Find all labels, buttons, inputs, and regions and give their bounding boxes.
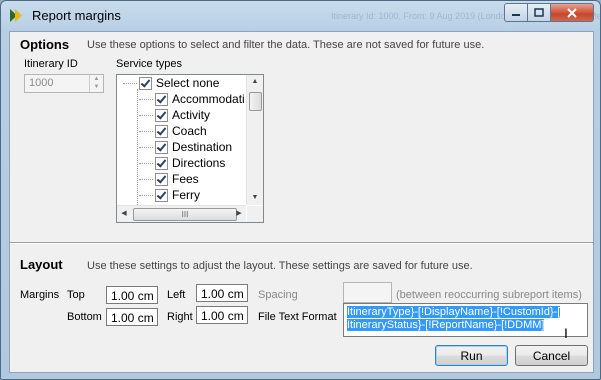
itinerary-id-spinner: 1000 ▲ ▼ [24, 74, 104, 93]
checkbox[interactable] [155, 188, 168, 202]
report-margins-window: Report margins Itinerary Id: 1000, From:… [0, 0, 601, 380]
tree-item-label: Fees [172, 172, 199, 186]
tree-item-destination[interactable]: Destination [139, 139, 232, 155]
checkbox[interactable] [155, 172, 168, 186]
spacing-hint: (between reoccurring subreport items) [396, 289, 582, 301]
checkbox[interactable] [155, 140, 168, 154]
tree-item-label: Destination [172, 140, 233, 154]
tree-item-directions[interactable]: Directions [139, 155, 225, 171]
tree-item-label: Ferry [172, 188, 200, 202]
checkbox[interactable] [139, 76, 152, 90]
cancel-button[interactable]: Cancel [515, 345, 588, 366]
margins-label: Margins [20, 289, 60, 301]
tree-item-coach[interactable]: Coach [139, 123, 207, 139]
file-text-format-line2: ItineraryStatus}-[!ReportName}-[!DDMM] [347, 319, 545, 331]
right-label: Right [167, 311, 193, 323]
checkbox[interactable] [155, 124, 168, 138]
tree-item-label: Activity [172, 108, 211, 122]
tree-vertical-scrollbar[interactable]: ▲ ▼ [246, 75, 263, 205]
app-icon [10, 9, 22, 22]
left-label: Left [167, 289, 186, 301]
maximize-icon [534, 8, 544, 17]
tree-line [137, 89, 138, 209]
service-types-tree[interactable]: Select none Accommodati Activity Coach D [116, 74, 264, 223]
checkbox[interactable] [155, 92, 168, 106]
minimize-icon [512, 13, 520, 16]
itinerary-id-value: 1000 [29, 77, 54, 89]
itinerary-id-label: Itinerary ID [24, 58, 78, 70]
tree-item-label: Coach [172, 124, 207, 138]
options-section-title: Options [20, 37, 70, 52]
scrollbar-corner [247, 206, 263, 222]
close-icon [567, 7, 577, 18]
title-bar[interactable]: Report margins Itinerary Id: 1000, From:… [1, 1, 600, 29]
checkbox[interactable] [155, 156, 168, 170]
tree-item-label: Accommodati [172, 92, 245, 106]
file-text-format-input[interactable]: ItineraryType}-[!DisplayName}-[!CustomId… [343, 303, 588, 337]
spin-down-icon: ▼ [93, 84, 100, 90]
text-cursor-icon: I [564, 325, 568, 341]
file-text-format-label: File Text Format [258, 311, 337, 323]
tree-horizontal-scrollbar[interactable]: ◀ III ▶ [117, 205, 246, 222]
close-button[interactable] [551, 3, 594, 22]
scroll-up-icon[interactable]: ▲ [247, 75, 263, 89]
spacing-label: Spacing [258, 289, 298, 301]
right-margin-input[interactable]: 1.00 cm [196, 306, 248, 324]
layout-section-title: Layout [20, 257, 63, 272]
tree-item-fees[interactable]: Fees [139, 171, 199, 187]
scroll-left-icon[interactable]: ◀ [117, 206, 131, 222]
bottom-margin-input[interactable]: 1.00 cm [106, 308, 158, 326]
options-hint: Use these options to select and filter t… [87, 39, 485, 51]
run-button[interactable]: Run [435, 345, 508, 366]
minimize-button[interactable] [504, 3, 528, 22]
tree-item-activity[interactable]: Activity [139, 107, 210, 123]
top-margin-input[interactable]: 1.00 cm [106, 286, 158, 304]
tree-item-label: Select none [156, 76, 220, 90]
left-margin-input[interactable]: 1.00 cm [196, 284, 248, 302]
maximize-button[interactable] [528, 3, 551, 22]
window-title: Report margins [32, 8, 121, 23]
section-divider [10, 242, 593, 244]
file-text-format-line1: ItineraryType}-[!DisplayName}-[!CustomId… [347, 306, 561, 318]
bottom-label: Bottom [67, 311, 102, 323]
dialog-client-area: Options Use these options to select and … [9, 31, 594, 373]
tree-item-ferry[interactable]: Ferry [139, 187, 200, 203]
spacing-input[interactable] [343, 282, 392, 303]
scroll-thumb-horizontal[interactable]: III [133, 208, 237, 221]
checkbox[interactable] [155, 108, 168, 122]
layout-hint: Use these settings to adjust the layout.… [87, 260, 473, 272]
tree-item-label: Directions [172, 156, 226, 170]
spin-up-icon: ▲ [93, 76, 100, 82]
tree-item-select-none[interactable]: Select none [123, 75, 219, 91]
tree-item-accommodation[interactable]: Accommodati [139, 91, 245, 107]
top-label: Top [67, 289, 85, 301]
scroll-thumb[interactable] [249, 92, 262, 111]
service-types-label: Service types [116, 58, 183, 70]
scroll-down-icon[interactable]: ▼ [247, 191, 263, 205]
scroll-right-icon[interactable]: ▶ [232, 206, 246, 222]
